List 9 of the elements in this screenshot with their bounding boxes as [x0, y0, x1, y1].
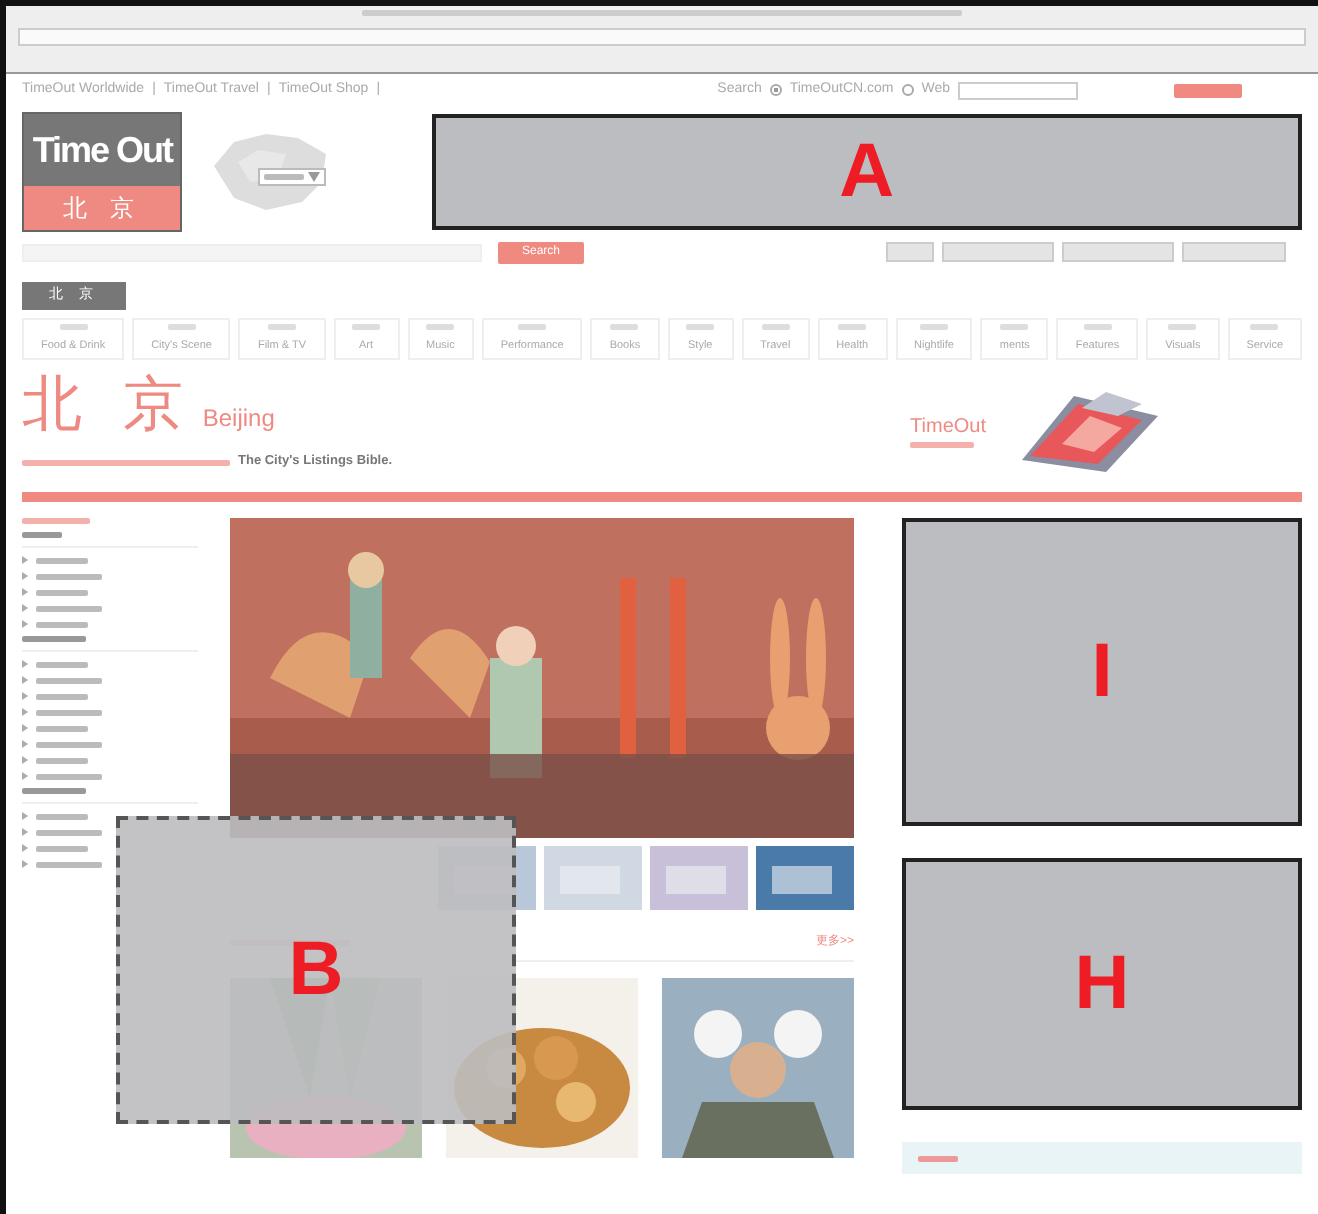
annotation-box: A: [431, 114, 1302, 230]
logo[interactable]: Time Out 北 京: [22, 112, 183, 232]
city-heading: 北 京: [22, 376, 195, 437]
annotation-box: I: [902, 518, 1302, 827]
ad-title: TimeOut: [910, 414, 986, 443]
annotation-box: B: [116, 816, 516, 1124]
annotation-box: H: [902, 858, 1302, 1111]
city-subtitle: Beijing: [202, 402, 275, 437]
ad-banner[interactable]: TimeOut: [910, 376, 1162, 485]
